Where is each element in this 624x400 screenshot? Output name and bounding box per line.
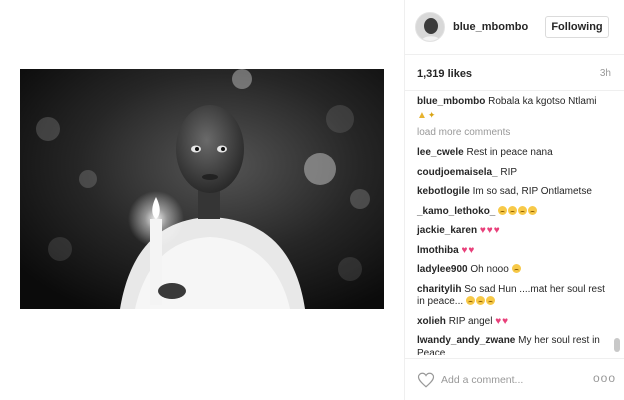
comment-username[interactable]: jackie_karen bbox=[417, 225, 477, 236]
sad-face-emoji bbox=[508, 205, 518, 215]
post-timestamp[interactable]: 3h bbox=[600, 68, 611, 79]
comment-row: lwandy_andy_zwane My her soul rest in Pe… bbox=[417, 335, 613, 355]
sparkle-emoji: ✦ bbox=[427, 109, 436, 120]
broken-heart-emoji: ♥ bbox=[461, 244, 468, 256]
add-comment-input[interactable] bbox=[441, 371, 581, 389]
post-username[interactable]: blue_mbombo bbox=[453, 21, 528, 33]
comment-username[interactable]: kebotlogile bbox=[417, 186, 470, 197]
sad-face-emoji bbox=[511, 264, 521, 273]
more-options-icon[interactable]: ooo bbox=[593, 372, 615, 386]
comment-row: _kamo_lethoko_ bbox=[417, 205, 613, 219]
comment-username[interactable]: xolieh bbox=[417, 316, 446, 327]
comment-row: xolieh RIP angel ♥♥ bbox=[417, 316, 613, 329]
sad-face-emoji bbox=[518, 205, 528, 215]
broken-heart-emoji: ♥ bbox=[468, 244, 475, 256]
pray-emoji: ▲ bbox=[417, 109, 427, 121]
comment-text: RIP bbox=[500, 166, 518, 178]
comment-username[interactable]: coudjoemaisela_ bbox=[417, 167, 498, 178]
heart-outline-icon[interactable] bbox=[417, 371, 435, 389]
post-header: blue_mbombo Following bbox=[405, 0, 624, 55]
comments-scrollbar[interactable] bbox=[614, 92, 620, 355]
comment-row: jackie_karen ♥♥♥ bbox=[417, 225, 613, 238]
load-more-comments[interactable]: load more comments bbox=[417, 127, 613, 139]
post-meta: 1,319 likes 3h bbox=[405, 55, 624, 91]
comment-row: ladylee900 Oh nooo bbox=[417, 264, 613, 277]
comment-row: kebotlogile Im so sad, RIP Ontlametse bbox=[417, 186, 613, 199]
sad-face-emoji bbox=[498, 205, 508, 215]
comment-row: coudjoemaisela_ RIP bbox=[417, 167, 613, 180]
broken-heart-emoji: ♥ bbox=[502, 315, 509, 327]
comment-text: RIP angel bbox=[448, 315, 493, 327]
comment-rows: lee_cwele Rest in peace nana coudjoemais… bbox=[417, 147, 613, 355]
caption-text: Robala ka kgotso Ntlami bbox=[488, 96, 597, 107]
broken-heart-emoji: ♥ bbox=[479, 225, 486, 236]
comment-text: Im so sad, RIP Ontlametse bbox=[472, 186, 592, 197]
comment-text: Oh nooo bbox=[470, 264, 509, 275]
post-photo[interactable] bbox=[20, 69, 384, 309]
comment-username[interactable]: lwandy_andy_zwane bbox=[417, 335, 515, 346]
caption-username[interactable]: blue_mbombo bbox=[417, 96, 485, 107]
comment-row: charitylih So sad Hun ....mat her soul r… bbox=[417, 284, 613, 309]
scrollbar-thumb[interactable] bbox=[614, 338, 620, 352]
sad-face-emoji bbox=[485, 296, 495, 305]
comment-row: lmothiba ♥♥ bbox=[417, 245, 613, 258]
caption: blue_mbombo Robala ka kgotso Ntlami ▲✦ bbox=[417, 96, 613, 122]
sad-face-emoji bbox=[475, 296, 485, 305]
broken-heart-emoji: ♥ bbox=[495, 315, 502, 327]
comment-bar: ooo bbox=[405, 358, 624, 400]
broken-heart-emoji: ♥ bbox=[486, 225, 493, 236]
comment-row: lee_cwele Rest in peace nana bbox=[417, 147, 613, 160]
comment-username[interactable]: _kamo_lethoko_ bbox=[417, 206, 495, 217]
comment-username[interactable]: charitylih bbox=[417, 284, 461, 295]
comment-username[interactable]: lmothiba bbox=[417, 245, 459, 256]
sad-face-emoji bbox=[528, 205, 538, 215]
broken-heart-emoji: ♥ bbox=[493, 225, 500, 236]
profile-avatar[interactable] bbox=[415, 12, 445, 42]
photo-image bbox=[20, 69, 384, 309]
sad-face-emoji bbox=[465, 296, 475, 305]
comment-username[interactable]: ladylee900 bbox=[417, 264, 468, 275]
post-media-area bbox=[0, 0, 404, 400]
comments-list: blue_mbombo Robala ka kgotso Ntlami ▲✦ l… bbox=[405, 92, 621, 355]
avatar-image bbox=[416, 13, 444, 41]
comment-username[interactable]: lee_cwele bbox=[417, 147, 464, 158]
likes-count[interactable]: 1,319 likes bbox=[417, 68, 472, 80]
comment-text: Rest in peace nana bbox=[466, 147, 553, 158]
following-button[interactable]: Following bbox=[545, 16, 609, 38]
post-details-panel: blue_mbombo Following 1,319 likes 3h blu… bbox=[404, 0, 624, 400]
